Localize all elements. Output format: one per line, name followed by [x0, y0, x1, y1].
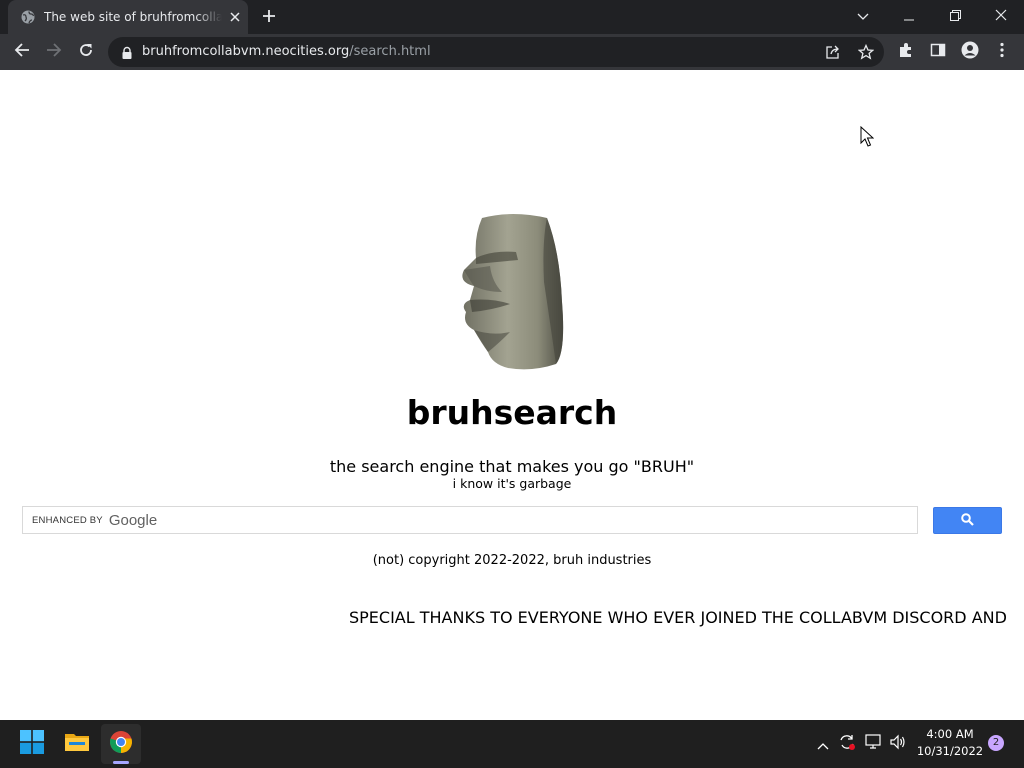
url-host: bruhfromcollabvm.neocities.org [142, 44, 350, 59]
forward-button[interactable] [40, 38, 68, 66]
profile-icon [961, 41, 979, 63]
search-icon [961, 511, 974, 530]
file-explorer-button[interactable] [57, 724, 97, 764]
volume-icon [889, 734, 907, 754]
chevron-down-icon [857, 6, 869, 25]
url-text[interactable]: bruhfromcollabvm.neocities.org/search.ht… [142, 37, 431, 67]
chrome-icon [109, 730, 133, 758]
reload-icon [78, 42, 94, 62]
marquee-text: SPECIAL THANKS TO EVERYONE WHO EVER JOIN… [349, 608, 1007, 627]
reload-button[interactable] [72, 38, 100, 66]
tagline: the search engine that makes you go "BRU… [329, 457, 695, 476]
puzzle-icon [898, 42, 914, 62]
restore-button[interactable] [932, 0, 978, 30]
file-explorer-icon [64, 731, 90, 757]
google-branding: ENHANCED BY Google [32, 507, 157, 533]
kebab-menu-icon [1000, 42, 1004, 62]
sync-tray-button[interactable] [837, 734, 857, 754]
sync-icon [838, 733, 856, 755]
back-button[interactable] [8, 38, 36, 66]
chrome-taskbar-button[interactable] [101, 724, 141, 764]
browser-toolbar: bruhfromcollabvm.neocities.org/search.ht… [0, 34, 1024, 70]
globe-icon [20, 9, 36, 25]
copyright-text: (not) copyright 2022-2022, bruh industri… [372, 553, 652, 568]
lock-icon[interactable] [120, 45, 134, 59]
mouse-cursor-icon [860, 126, 874, 147]
special-thanks-marquee: SPECIAL THANKS TO EVERYONE WHO EVER JOIN… [349, 608, 1016, 627]
extensions-button[interactable] [892, 38, 920, 66]
network-tray-button[interactable] [864, 734, 884, 754]
active-app-indicator [113, 761, 129, 764]
restore-icon [949, 6, 961, 25]
arrow-right-icon [46, 42, 62, 62]
side-panel-icon [930, 42, 946, 62]
close-tab-icon[interactable] [226, 8, 244, 26]
browser-tab[interactable]: The web site of bruhfromcollabvm [8, 0, 248, 34]
profile-button[interactable] [956, 38, 984, 66]
show-hidden-icons-button[interactable] [813, 734, 833, 754]
minimize-icon [904, 6, 914, 25]
share-icon[interactable] [823, 42, 843, 62]
web-page: bruhsearch the search engine that makes … [0, 70, 1024, 720]
side-panel-button[interactable] [924, 38, 952, 66]
notification-badge[interactable]: 2 [988, 735, 1004, 751]
enhanced-by-label: ENHANCED BY [32, 514, 103, 526]
windows-start-icon [20, 730, 44, 758]
tab-search-button[interactable] [840, 0, 886, 30]
clock-date: 10/31/2022 [916, 744, 984, 758]
chevron-up-icon [817, 735, 829, 754]
minimize-button[interactable] [886, 0, 932, 30]
taskbar-clock[interactable]: 4:00 AM 10/31/2022 [912, 726, 988, 760]
browser-titlebar: The web site of bruhfromcollabvm [0, 0, 1024, 34]
new-tab-button[interactable] [258, 6, 280, 28]
clock-time: 4:00 AM [926, 727, 974, 741]
url-path: /search.html [349, 44, 431, 59]
close-window-button[interactable] [978, 0, 1024, 30]
search-input[interactable]: ENHANCED BY Google [22, 506, 918, 534]
address-bar[interactable]: bruhfromcollabvm.neocities.org/search.ht… [108, 37, 884, 67]
tab-title: The web site of bruhfromcollabvm [44, 10, 222, 24]
google-logo-text: Google [108, 511, 158, 529]
volume-tray-button[interactable] [888, 734, 908, 754]
moai-head-image [462, 214, 564, 370]
start-button[interactable] [12, 724, 52, 764]
bookmark-star-icon[interactable] [856, 42, 876, 62]
arrow-left-icon [14, 42, 30, 62]
network-icon [865, 734, 883, 754]
plus-icon [262, 8, 276, 27]
subtagline: i know it's garbage [452, 476, 572, 491]
close-icon [995, 6, 1007, 25]
menu-button[interactable] [988, 38, 1016, 66]
site-title: bruhsearch [406, 393, 618, 432]
search-button[interactable] [933, 507, 1002, 534]
windows-taskbar: 4:00 AM 10/31/2022 2 [0, 720, 1024, 768]
